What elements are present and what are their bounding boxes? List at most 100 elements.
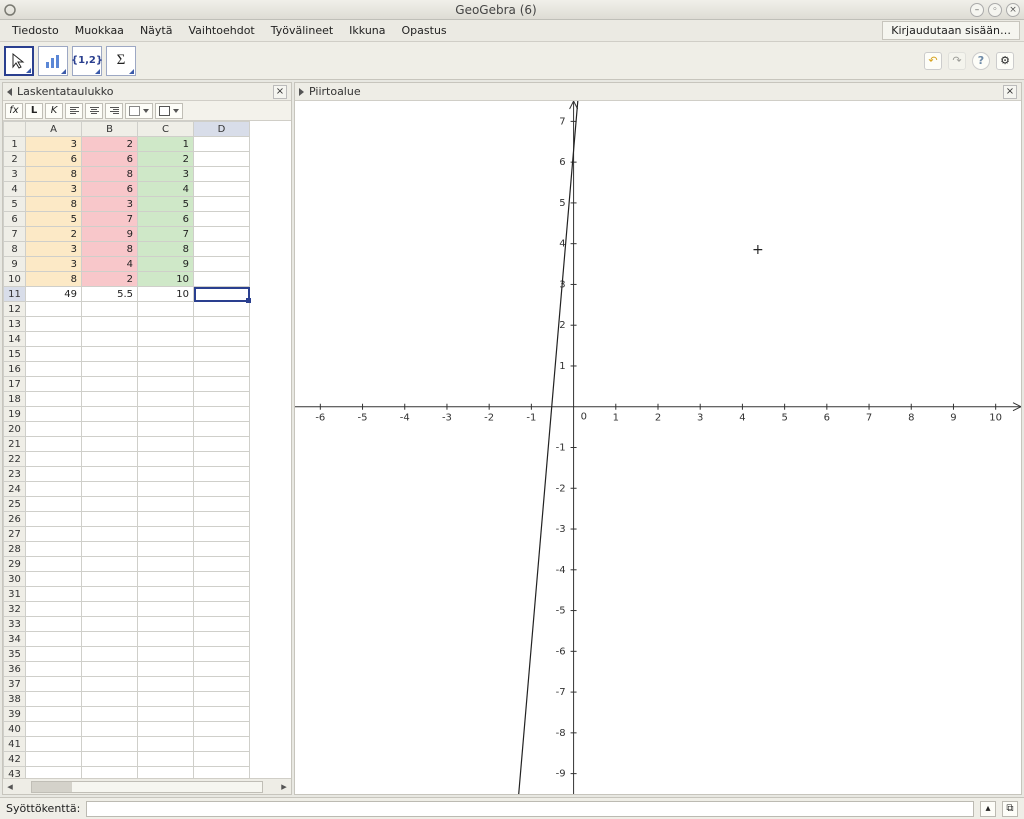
cell[interactable]	[194, 332, 250, 347]
cell[interactable]	[82, 692, 138, 707]
cell[interactable]	[138, 557, 194, 572]
cell[interactable]	[82, 437, 138, 452]
spreadsheet-grid[interactable]: ABCD132126623883436458356576729783889349…	[3, 121, 250, 778]
cell[interactable]	[26, 722, 82, 737]
cell[interactable]	[26, 647, 82, 662]
cell[interactable]	[194, 407, 250, 422]
cell[interactable]	[194, 512, 250, 527]
graphics-close-button[interactable]: ×	[1003, 85, 1017, 99]
row-header[interactable]: 39	[4, 707, 26, 722]
graphics-panel-header[interactable]: Piirtoalue ×	[295, 83, 1021, 101]
cell[interactable]	[138, 362, 194, 377]
undo-button[interactable]: ↶	[924, 52, 942, 70]
row-header[interactable]: 28	[4, 542, 26, 557]
italic-button[interactable]: K	[45, 103, 63, 119]
row-header[interactable]: 9	[4, 257, 26, 272]
cell[interactable]	[194, 152, 250, 167]
cell[interactable]	[138, 527, 194, 542]
cell[interactable]	[194, 617, 250, 632]
cell[interactable]	[82, 302, 138, 317]
spreadsheet-panel-header[interactable]: Laskentataulukko ×	[3, 83, 291, 101]
row-header[interactable]: 8	[4, 242, 26, 257]
cell[interactable]: 6	[82, 182, 138, 197]
cell[interactable]	[194, 662, 250, 677]
cell[interactable]	[26, 377, 82, 392]
cell[interactable]: 4	[82, 257, 138, 272]
align-center-button[interactable]	[85, 103, 103, 119]
cell[interactable]: 7	[138, 227, 194, 242]
row-header[interactable]: 37	[4, 677, 26, 692]
spreadsheet-close-button[interactable]: ×	[273, 85, 287, 99]
cell[interactable]	[138, 737, 194, 752]
cell[interactable]	[138, 767, 194, 779]
cell[interactable]: 8	[26, 197, 82, 212]
cell[interactable]	[26, 707, 82, 722]
cell[interactable]	[82, 332, 138, 347]
cell[interactable]	[82, 542, 138, 557]
cell[interactable]: 5	[138, 197, 194, 212]
cell[interactable]	[138, 497, 194, 512]
row-header[interactable]: 25	[4, 497, 26, 512]
cell[interactable]	[82, 752, 138, 767]
cell[interactable]	[138, 437, 194, 452]
cell[interactable]	[26, 527, 82, 542]
cell[interactable]	[26, 692, 82, 707]
row-header[interactable]: 6	[4, 212, 26, 227]
row-header[interactable]: 41	[4, 737, 26, 752]
cell[interactable]: 10	[138, 287, 194, 302]
cell[interactable]	[138, 647, 194, 662]
cell[interactable]: 3	[26, 242, 82, 257]
row-header[interactable]: 14	[4, 332, 26, 347]
sum-tool[interactable]: Σ	[106, 46, 136, 76]
cell[interactable]: 3	[26, 137, 82, 152]
cell[interactable]	[82, 452, 138, 467]
cell[interactable]	[26, 602, 82, 617]
col-header-D[interactable]: D	[194, 122, 250, 137]
cell[interactable]	[138, 512, 194, 527]
cell[interactable]	[194, 677, 250, 692]
row-header[interactable]: 26	[4, 512, 26, 527]
cell[interactable]	[82, 587, 138, 602]
cell[interactable]	[82, 632, 138, 647]
cell[interactable]	[194, 632, 250, 647]
row-header[interactable]: 20	[4, 422, 26, 437]
cell[interactable]	[26, 617, 82, 632]
menu-window[interactable]: Ikkuna	[341, 22, 393, 39]
cell[interactable]	[194, 527, 250, 542]
row-header[interactable]: 22	[4, 452, 26, 467]
cell[interactable]	[138, 677, 194, 692]
spreadsheet-scroll[interactable]: ABCD132126623883436458356576729783889349…	[3, 121, 291, 778]
cell[interactable]	[194, 572, 250, 587]
cell[interactable]	[26, 512, 82, 527]
cell[interactable]	[26, 422, 82, 437]
cell[interactable]	[82, 497, 138, 512]
cell[interactable]	[82, 317, 138, 332]
row-header[interactable]: 13	[4, 317, 26, 332]
cell[interactable]	[26, 332, 82, 347]
cell[interactable]	[26, 497, 82, 512]
cell[interactable]	[138, 542, 194, 557]
cell[interactable]	[194, 737, 250, 752]
spreadsheet-hscroll[interactable]: ◂▸	[3, 778, 291, 794]
cell[interactable]	[82, 662, 138, 677]
cell[interactable]	[26, 767, 82, 779]
cell[interactable]	[138, 752, 194, 767]
menu-options[interactable]: Vaihtoehdot	[180, 22, 262, 39]
cell[interactable]	[138, 662, 194, 677]
settings-icon[interactable]: ⚙	[996, 52, 1014, 70]
cell[interactable]	[194, 602, 250, 617]
cell[interactable]: 6	[82, 152, 138, 167]
cell[interactable]: 5.5	[82, 287, 138, 302]
cell[interactable]: 8	[26, 272, 82, 287]
bold-button[interactable]: L	[25, 103, 43, 119]
cell[interactable]	[194, 197, 250, 212]
cell[interactable]: 9	[138, 257, 194, 272]
row-header[interactable]: 27	[4, 527, 26, 542]
cell[interactable]: 3	[82, 197, 138, 212]
cell[interactable]	[26, 677, 82, 692]
cell[interactable]	[138, 422, 194, 437]
row-header[interactable]: 40	[4, 722, 26, 737]
cell[interactable]	[26, 347, 82, 362]
row-header[interactable]: 24	[4, 482, 26, 497]
list-tool[interactable]: {1,2}	[72, 46, 102, 76]
